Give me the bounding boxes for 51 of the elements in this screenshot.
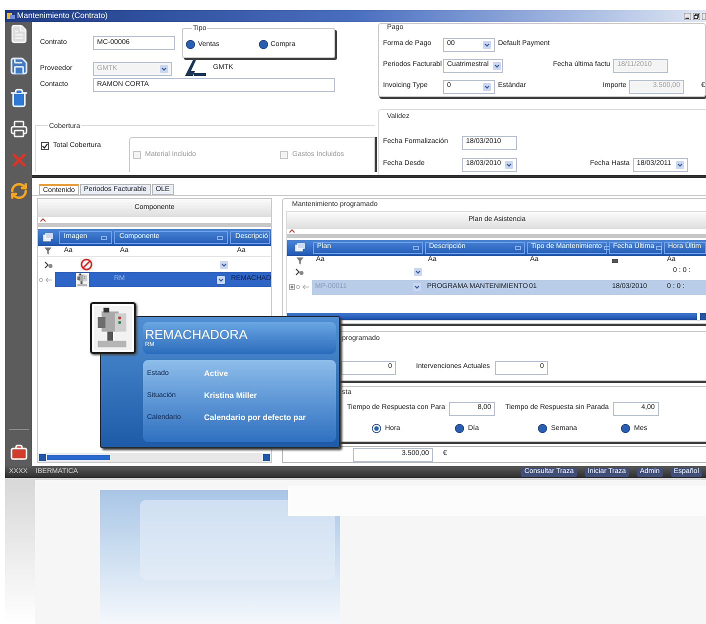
grid-settings-icon[interactable] xyxy=(294,243,304,252)
column-menu-icon[interactable] xyxy=(217,236,224,240)
column-menu-icon[interactable] xyxy=(413,246,419,250)
new-row-icon xyxy=(44,260,52,268)
popup-value: Calendario por defecto par xyxy=(204,412,306,424)
refresh-icon[interactable] xyxy=(10,182,28,200)
checkbox[interactable] xyxy=(41,142,49,150)
row-arrows-icon xyxy=(39,276,54,282)
save-icon[interactable] xyxy=(8,56,28,76)
column-menu-icon[interactable] xyxy=(515,246,521,250)
caret-icon xyxy=(505,160,514,168)
grid-settings-icon[interactable] xyxy=(42,233,53,242)
horizontal-scrollbar[interactable] xyxy=(287,312,706,320)
caret-icon xyxy=(676,160,684,168)
popup-title: REMACHADORA xyxy=(145,328,249,342)
horizontal-scrollbar[interactable] xyxy=(38,453,271,462)
caret-icon xyxy=(160,65,168,73)
document-icon[interactable] xyxy=(8,24,28,44)
caret-icon xyxy=(216,276,225,284)
row-arrows-icon xyxy=(296,284,310,290)
caret-icon xyxy=(492,62,501,70)
radio-button[interactable] xyxy=(186,40,195,50)
caret-icon xyxy=(483,40,491,48)
radio-button[interactable] xyxy=(372,424,381,434)
collapse-icon[interactable] xyxy=(289,229,295,233)
restore-icon[interactable] xyxy=(693,12,700,20)
new-row-icon xyxy=(295,268,304,276)
collapse-icon[interactable] xyxy=(40,218,46,222)
logo-icon xyxy=(182,59,207,77)
printer-icon[interactable] xyxy=(10,120,28,138)
radio-button[interactable] xyxy=(621,424,630,434)
radio-button[interactable] xyxy=(455,424,464,434)
column-menu-icon[interactable] xyxy=(656,246,662,250)
radio-button[interactable] xyxy=(538,424,547,434)
column-menu-icon[interactable] xyxy=(604,246,610,250)
no-image-icon xyxy=(80,258,92,271)
date-filter-icon[interactable] xyxy=(612,258,618,262)
column-menu-icon[interactable] xyxy=(101,236,108,240)
trash-icon[interactable] xyxy=(8,88,28,108)
app-icon xyxy=(7,12,15,20)
popup-value: Active xyxy=(204,368,228,380)
caret-icon xyxy=(413,283,421,291)
caret-icon xyxy=(220,260,228,268)
caret-icon xyxy=(414,268,422,276)
popup-value: Kristina Miller xyxy=(204,390,257,402)
radio-button[interactable] xyxy=(258,40,268,50)
minimize-icon[interactable] xyxy=(684,12,691,20)
expand-icon[interactable] xyxy=(289,284,295,290)
window-title: Mantenimiento (Contrato) xyxy=(17,10,108,22)
briefcase-icon[interactable] xyxy=(10,444,28,462)
caret-icon xyxy=(483,82,491,90)
